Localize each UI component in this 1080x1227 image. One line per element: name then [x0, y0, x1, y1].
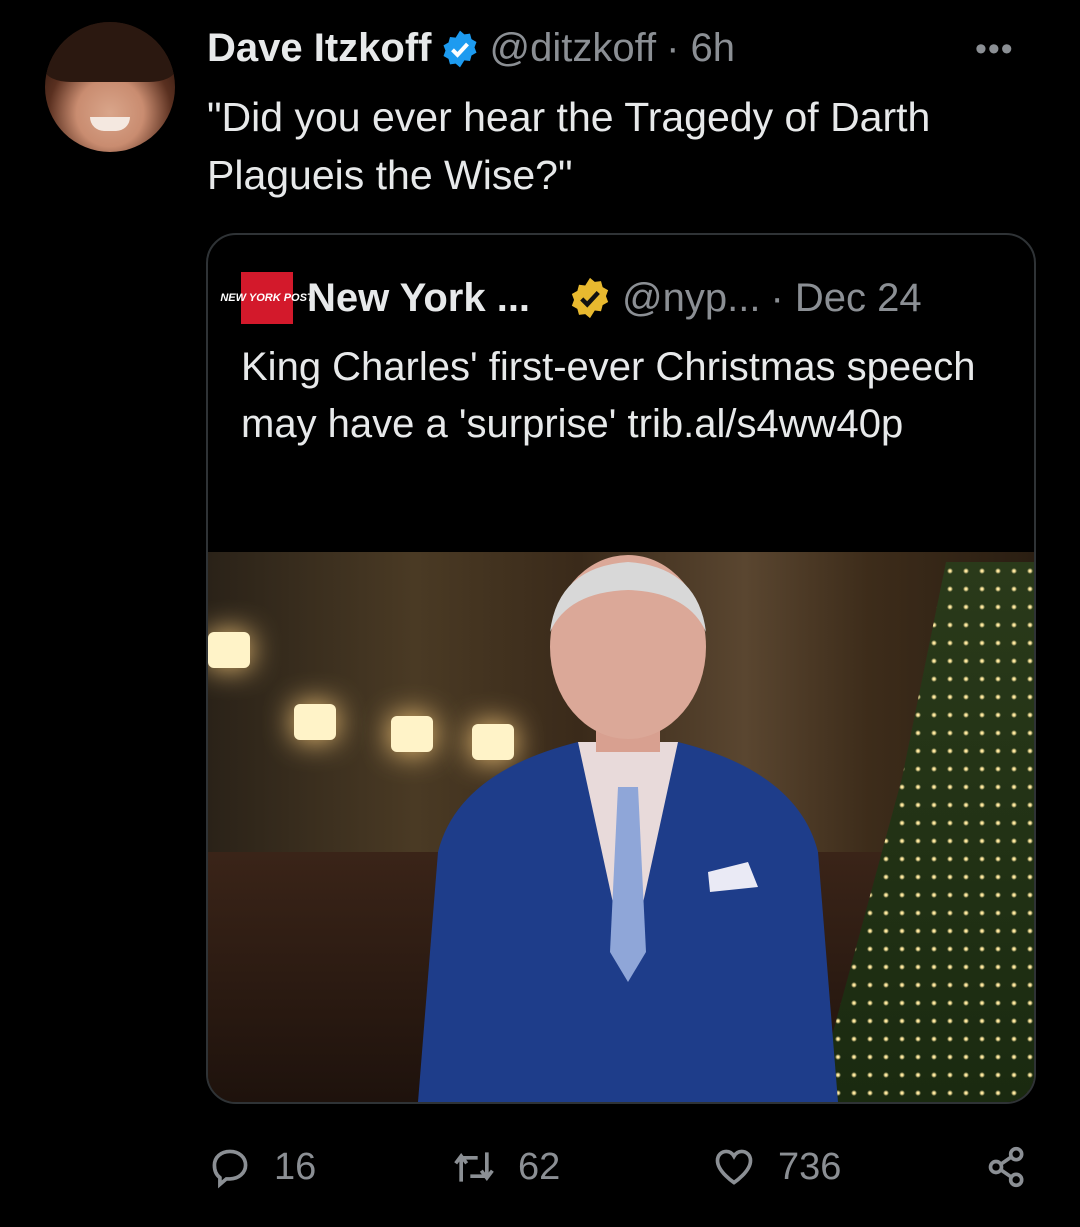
reply-count: 16	[274, 1145, 317, 1188]
verified-badge-icon	[443, 30, 476, 67]
quoted-tweet[interactable]: NEW YORK POST New York ... @nyp... · Dec…	[206, 233, 1036, 1104]
share-button[interactable]	[985, 1145, 1029, 1189]
verified-gold-badge-icon	[571, 277, 609, 319]
quoted-time: · Dec 24	[770, 275, 922, 320]
nyp-logo: NEW YORK POST	[220, 272, 314, 324]
quoted-handle: @nyp...	[622, 275, 761, 320]
quoted-author-name: New York ...	[307, 275, 531, 320]
tweet-actions: 16 62 736	[0, 1145, 1080, 1190]
author-avatar[interactable]	[45, 22, 175, 152]
heart-icon	[715, 1149, 753, 1185]
quoted-header: NEW YORK POST New York ... @nyp... · Dec…	[220, 272, 922, 324]
more-options-icon[interactable]: •••	[975, 30, 1014, 69]
man-figure	[418, 555, 838, 1102]
lamp	[208, 632, 250, 668]
author-name[interactable]: Dave Itzkoff	[207, 26, 432, 71]
quoted-text: King Charles' first-ever Christmas speec…	[241, 345, 976, 446]
tweet-time[interactable]: · 6h	[666, 26, 735, 71]
retweet-button[interactable]: 62	[452, 1145, 560, 1189]
author-handle[interactable]: @ditzkoff	[490, 26, 657, 71]
share-icon	[988, 1146, 1024, 1188]
avatar-hair	[45, 22, 175, 82]
tweet-text: "Did you ever hear the Tragedy of Darth …	[207, 94, 931, 198]
like-count: 736	[778, 1145, 842, 1188]
like-button[interactable]: 736	[712, 1145, 841, 1189]
reply-icon	[212, 1149, 248, 1189]
retweet-count: 62	[518, 1145, 561, 1188]
reply-button[interactable]: 16	[208, 1145, 316, 1189]
lamp	[294, 704, 336, 740]
christmas-tree	[814, 562, 1034, 1102]
avatar-smile	[90, 117, 130, 131]
quoted-image[interactable]	[208, 552, 1034, 1102]
tweet-header: Dave Itzkoff @ditzkoff · 6h	[207, 26, 735, 71]
retweet-icon	[454, 1152, 494, 1182]
